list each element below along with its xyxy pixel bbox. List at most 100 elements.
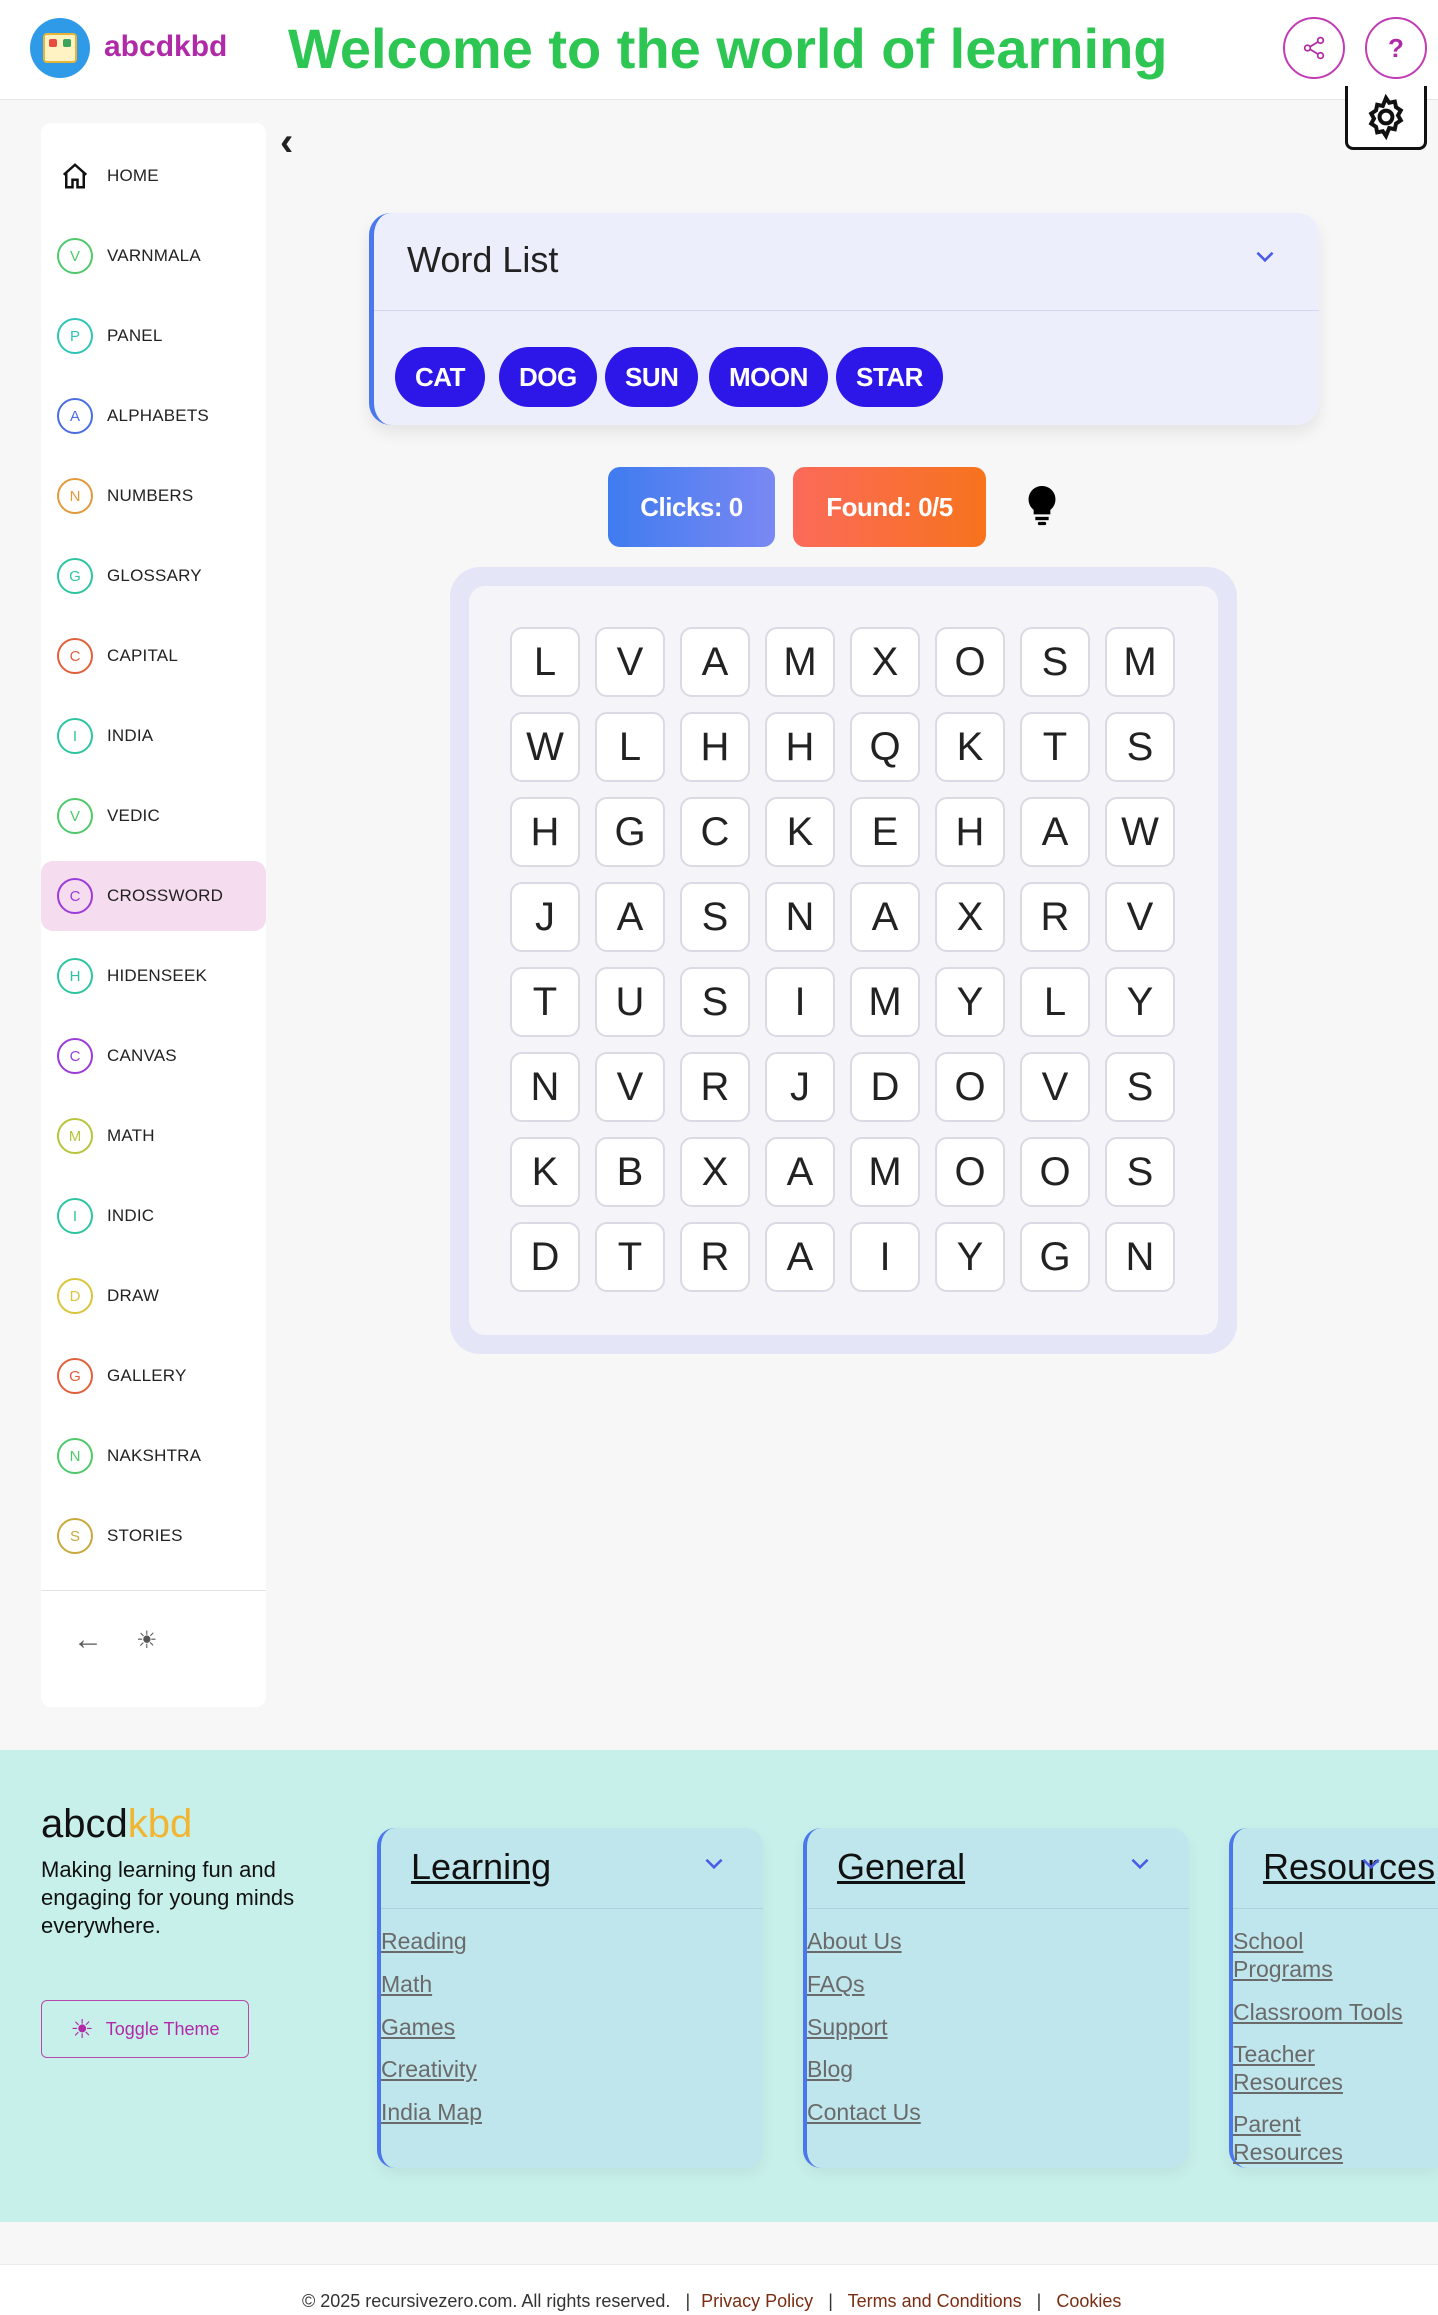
sidebar-item-alphabets[interactable]: A ALPHABETS xyxy=(41,381,266,451)
grid-cell[interactable]: W xyxy=(510,712,580,782)
grid-cell[interactable]: L xyxy=(1020,967,1090,1037)
sidebar-item-crossword[interactable]: C CROSSWORD xyxy=(41,861,266,931)
grid-cell[interactable]: I xyxy=(765,967,835,1037)
grid-cell[interactable]: M xyxy=(850,967,920,1037)
grid-cell[interactable]: W xyxy=(1105,797,1175,867)
chevron-down-icon[interactable] xyxy=(1127,1850,1153,1883)
grid-cell[interactable]: D xyxy=(850,1052,920,1122)
footer-link-faqs[interactable]: FAQs xyxy=(807,1970,865,1998)
grid-cell[interactable]: G xyxy=(595,797,665,867)
toggle-theme-button[interactable]: ☀ Toggle Theme xyxy=(41,2000,249,2058)
sidebar-item-varnmala[interactable]: V VARNMALA xyxy=(41,221,266,291)
grid-cell[interactable]: J xyxy=(510,882,580,952)
grid-cell[interactable]: H xyxy=(935,797,1005,867)
grid-cell[interactable]: T xyxy=(595,1222,665,1292)
sidebar-item-capital[interactable]: C CAPITAL xyxy=(41,621,266,691)
grid-cell[interactable]: H xyxy=(680,712,750,782)
footer-link-math[interactable]: Math xyxy=(381,1970,432,1998)
grid-cell[interactable]: O xyxy=(935,1137,1005,1207)
footer-link-parent-resources[interactable]: Parent Resources xyxy=(1233,2110,1383,2166)
back-chevron-icon[interactable]: ‹ xyxy=(280,122,293,162)
grid-cell[interactable]: K xyxy=(510,1137,580,1207)
grid-cell[interactable]: A xyxy=(595,882,665,952)
grid-cell[interactable]: A xyxy=(765,1137,835,1207)
grid-cell[interactable]: T xyxy=(1020,712,1090,782)
grid-cell[interactable]: N xyxy=(1105,1222,1175,1292)
grid-cell[interactable]: O xyxy=(1020,1137,1090,1207)
grid-cell[interactable]: H xyxy=(510,797,580,867)
grid-cell[interactable]: S xyxy=(1105,1052,1175,1122)
cookies-link[interactable]: Cookies xyxy=(1056,2291,1121,2311)
grid-cell[interactable]: E xyxy=(850,797,920,867)
grid-cell[interactable]: S xyxy=(680,967,750,1037)
footer-link-about-us[interactable]: About Us xyxy=(807,1927,902,1955)
sidebar-item-vedic[interactable]: V VEDIC xyxy=(41,781,266,851)
footer-link-india-map[interactable]: India Map xyxy=(381,2098,482,2126)
grid-cell[interactable]: A xyxy=(1020,797,1090,867)
help-button[interactable]: ? xyxy=(1365,17,1427,79)
sun-icon[interactable]: ☀ xyxy=(136,1626,158,1655)
footer-link-blog[interactable]: Blog xyxy=(807,2055,853,2083)
footer-link-contact-us[interactable]: Contact Us xyxy=(807,2098,921,2126)
grid-cell[interactable]: M xyxy=(765,627,835,697)
footer-section-title[interactable]: General xyxy=(837,1846,965,1888)
lightbulb-icon[interactable] xyxy=(1022,484,1062,528)
word-chip-dog[interactable]: DOG xyxy=(499,347,597,407)
grid-cell[interactable]: A xyxy=(850,882,920,952)
grid-cell[interactable]: I xyxy=(850,1222,920,1292)
grid-cell[interactable]: X xyxy=(850,627,920,697)
word-chip-sun[interactable]: SUN xyxy=(605,347,699,407)
sidebar-item-math[interactable]: M MATH xyxy=(41,1101,266,1171)
arrow-left-icon[interactable]: ← xyxy=(73,1623,103,1657)
footer-link-games[interactable]: Games xyxy=(381,2013,455,2041)
sidebar-item-panel[interactable]: P PANEL xyxy=(41,301,266,371)
sidebar-item-stories[interactable]: S STORIES xyxy=(41,1501,266,1571)
footer-link-teacher-resources[interactable]: Teacher Resources xyxy=(1233,2040,1383,2096)
chevron-down-icon[interactable] xyxy=(1358,1850,1384,1883)
sidebar-item-home[interactable]: HOME xyxy=(41,141,266,211)
logo-icon[interactable] xyxy=(30,18,90,78)
grid-cell[interactable]: V xyxy=(1020,1052,1090,1122)
sidebar-item-india[interactable]: I INDIA xyxy=(41,701,266,771)
grid-cell[interactable]: R xyxy=(680,1222,750,1292)
grid-cell[interactable]: A xyxy=(765,1222,835,1292)
footer-link-classroom-tools[interactable]: Classroom Tools xyxy=(1233,1998,1433,2026)
footer-section-title[interactable]: Learning xyxy=(411,1846,551,1888)
sidebar-item-gallery[interactable]: G GALLERY xyxy=(41,1341,266,1411)
footer-link-creativity[interactable]: Creativity xyxy=(381,2055,477,2083)
sidebar-item-glossary[interactable]: G GLOSSARY xyxy=(41,541,266,611)
footer-link-reading[interactable]: Reading xyxy=(381,1927,467,1955)
sidebar-item-nakshtra[interactable]: N NAKSHTRA xyxy=(41,1421,266,1491)
grid-cell[interactable]: U xyxy=(595,967,665,1037)
grid-cell[interactable]: R xyxy=(1020,882,1090,952)
grid-cell[interactable]: X xyxy=(680,1137,750,1207)
grid-cell[interactable]: M xyxy=(850,1137,920,1207)
grid-cell[interactable]: C xyxy=(680,797,750,867)
grid-cell[interactable]: J xyxy=(765,1052,835,1122)
grid-cell[interactable]: Y xyxy=(935,1222,1005,1292)
footer-link-school-programs[interactable]: School Programs xyxy=(1233,1927,1383,1983)
grid-cell[interactable]: X xyxy=(935,882,1005,952)
grid-cell[interactable]: Q xyxy=(850,712,920,782)
sidebar-item-numbers[interactable]: N NUMBERS xyxy=(41,461,266,531)
grid-cell[interactable]: H xyxy=(765,712,835,782)
grid-cell[interactable]: Y xyxy=(1105,967,1175,1037)
chevron-down-icon[interactable] xyxy=(1252,243,1278,276)
grid-cell[interactable]: A xyxy=(680,627,750,697)
grid-cell[interactable]: S xyxy=(680,882,750,952)
grid-cell[interactable]: N xyxy=(765,882,835,952)
grid-cell[interactable]: K xyxy=(935,712,1005,782)
grid-cell[interactable]: L xyxy=(510,627,580,697)
word-chip-moon[interactable]: MOON xyxy=(709,347,828,407)
sidebar-item-draw[interactable]: D DRAW xyxy=(41,1261,266,1331)
privacy-policy-link[interactable]: Privacy Policy xyxy=(701,2291,813,2311)
footer-link-support[interactable]: Support xyxy=(807,2013,888,2041)
grid-cell[interactable]: V xyxy=(595,1052,665,1122)
grid-cell[interactable]: Y xyxy=(935,967,1005,1037)
grid-cell[interactable]: M xyxy=(1105,627,1175,697)
grid-cell[interactable]: K xyxy=(765,797,835,867)
grid-cell[interactable]: V xyxy=(1105,882,1175,952)
grid-cell[interactable]: O xyxy=(935,627,1005,697)
footer-section-title[interactable]: Resources xyxy=(1263,1846,1435,1888)
grid-cell[interactable]: R xyxy=(680,1052,750,1122)
